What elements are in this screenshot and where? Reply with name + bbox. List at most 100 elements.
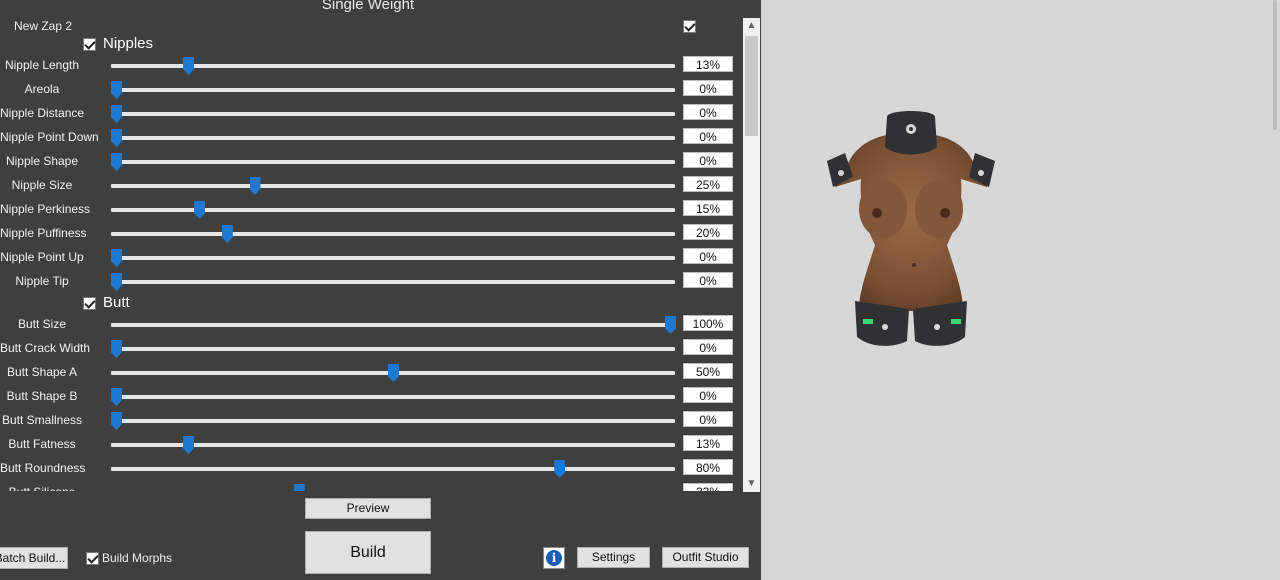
slider-thumb[interactable] [111,105,122,123]
preset-name: New Zap 2 [14,19,73,33]
build-button[interactable]: Build [305,531,431,574]
outfit-studio-button[interactable]: Outfit Studio [662,547,749,568]
slider-track[interactable] [111,105,675,123]
slider-thumb[interactable] [111,388,122,406]
slider-track[interactable] [111,436,675,454]
slider-track[interactable] [111,364,675,382]
slider-track[interactable] [111,273,675,291]
slider-label: Butt Fatness [8,437,76,451]
slider-thumb[interactable] [554,460,566,478]
slider-row: Nipple Point Up 0% [0,246,742,270]
slider-thumb[interactable] [183,436,195,454]
build-morphs-checkbox[interactable] [86,552,99,565]
preset-checkbox[interactable] [683,20,696,33]
slider-thumb[interactable] [221,225,233,243]
slider-label: Butt Roundness [0,461,86,475]
slider-thumb[interactable] [665,316,676,334]
slider-value-field[interactable]: 0% [683,104,733,120]
slider-row: Nipple Perkiness 15% [0,198,742,222]
slider-thumb[interactable] [111,412,122,430]
slider-track[interactable] [111,225,675,243]
slider-track[interactable] [111,57,675,75]
slider-label: Butt Silicone [0,485,84,491]
slider-value-field[interactable]: 0% [683,248,733,264]
slider-thumb[interactable] [111,273,122,291]
slider-thumb[interactable] [111,153,122,171]
slider-value-field[interactable]: 25% [683,176,733,192]
slider-thumb[interactable] [183,57,195,75]
slider-value-field[interactable]: 15% [683,200,733,216]
slider-value-field[interactable]: 33% [683,483,733,491]
slider-row: Butt Silicone 33% [0,481,742,491]
slider-track[interactable] [111,340,675,358]
slider-value-field[interactable]: 20% [683,224,733,240]
slider-track[interactable] [111,316,676,334]
slider-value-field[interactable]: 0% [683,80,733,96]
slider-row: Butt Shape B 0% [0,385,742,409]
slider-thumb[interactable] [293,484,305,491]
slider-track[interactable] [111,388,675,406]
slider-row: Nipple Puffiness 20% [0,222,742,246]
slider-track[interactable] [111,249,675,267]
slider-row: Nipple Tip 0% [0,270,742,294]
slider-row: Butt Crack Width 0% [0,337,742,361]
body-model-preview [827,111,995,346]
slider-value-field[interactable]: 0% [683,339,733,355]
batch-build-button[interactable]: Batch Build... [0,547,68,569]
slider-list: New Zap 2 Nipples Nipple Length 13% Areola… [0,0,742,491]
slider-label: Nipple Tip [15,274,69,288]
group-title-butt: Butt [103,294,130,311]
slider-value-field[interactable]: 13% [683,56,733,72]
slider-thumb[interactable] [111,249,122,267]
slider-track[interactable] [111,201,675,219]
slider-value-field[interactable]: 0% [683,272,733,288]
slider-track[interactable] [111,460,675,478]
slider-value-field[interactable]: 13% [683,435,733,451]
slider-row: Nipple Distance 0% [0,102,742,126]
slider-track[interactable] [111,153,675,171]
chevron-down-icon[interactable]: ▼ [743,476,760,492]
slider-thumb[interactable] [194,201,206,219]
slider-track[interactable] [111,81,675,99]
slider-track[interactable] [111,129,675,147]
slider-thumb[interactable] [111,340,122,358]
slider-label: Areola [24,82,60,96]
slider-row: Butt Smallness 0% [0,409,742,433]
slider-list-scrollbar[interactable]: ▲ ▼ [743,18,760,492]
chevron-up-icon[interactable]: ▲ [743,18,760,34]
slider-thumb[interactable] [388,364,399,382]
group-checkbox-butt[interactable] [83,297,96,310]
preview-viewport[interactable] [761,0,1280,580]
slider-row: Nipple Shape 0% [0,150,742,174]
slider-label: Nipple Puffiness [0,226,87,240]
slider-value-field[interactable]: 50% [683,363,733,379]
slider-label: Nipple Distance [0,106,85,120]
slider-track[interactable] [111,412,675,430]
slider-track[interactable] [111,177,675,195]
viewport-scrollbar[interactable] [1273,0,1277,130]
slider-label: Butt Size [17,317,67,331]
slider-thumb[interactable] [111,81,122,99]
group-checkbox-nipples[interactable] [83,38,96,51]
settings-button[interactable]: Settings [577,547,650,568]
slider-label: Nipple Size [11,178,73,192]
slider-value-field[interactable]: 0% [683,152,733,168]
slider-thumb[interactable] [111,129,122,147]
slider-label: Nipple Shape [5,154,79,168]
slider-label: Butt Smallness [1,413,83,427]
info-icon: i [546,550,562,566]
slider-value-field[interactable]: 100% [683,315,733,331]
slider-value-field[interactable]: 80% [683,459,733,475]
slider-value-field[interactable]: 0% [683,128,733,144]
slider-thumb[interactable] [249,177,261,195]
slider-label: Butt Shape B [6,389,78,403]
slider-row: Butt Fatness 13% [0,433,742,457]
slider-row: Nipple Length 13% [0,54,742,78]
slider-row: Areola 0% [0,78,742,102]
slider-label: Nipple Length [4,58,80,72]
slider-value-field[interactable]: 0% [683,411,733,427]
info-button[interactable]: i [543,547,565,569]
scrollbar-thumb[interactable] [745,36,758,136]
preview-button[interactable]: Preview [305,498,431,519]
slider-value-field[interactable]: 0% [683,387,733,403]
